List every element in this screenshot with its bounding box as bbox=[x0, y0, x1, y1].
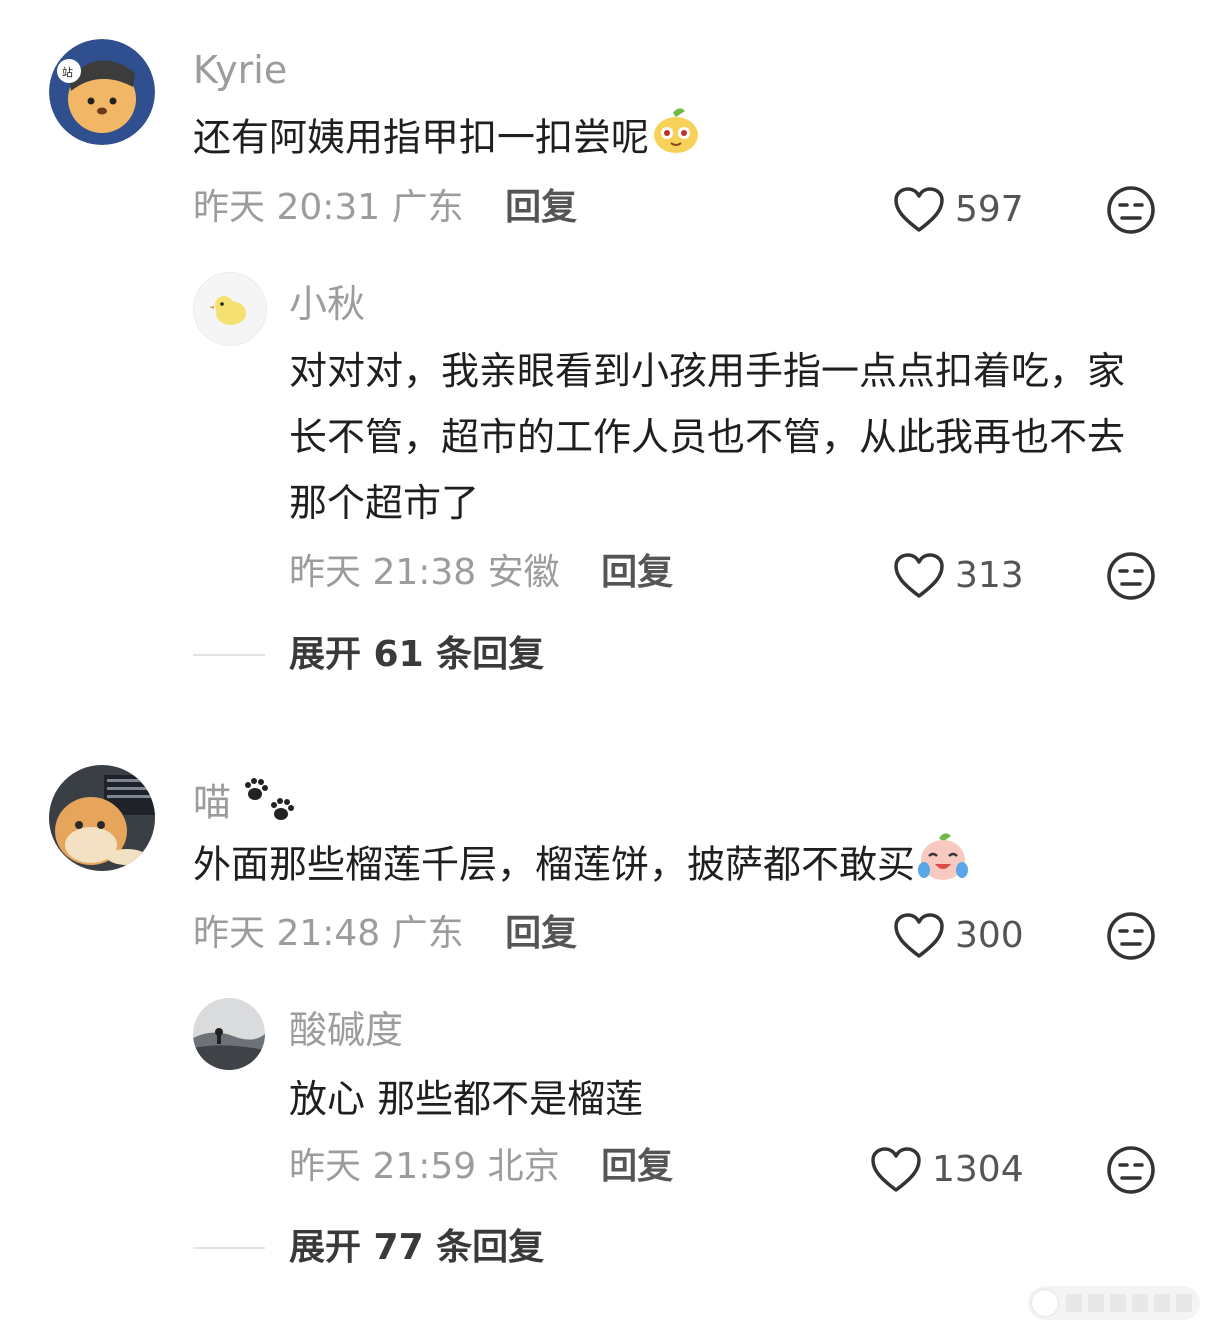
scroll-track bbox=[1066, 1294, 1192, 1312]
avatar[interactable] bbox=[49, 765, 155, 871]
like-button[interactable]: 597 bbox=[893, 185, 1024, 235]
meh-face-icon bbox=[1107, 912, 1155, 960]
like-count: 313 bbox=[955, 555, 1024, 596]
comment-meta: 昨天 21:48 广东 回复 bbox=[193, 916, 577, 952]
reply-author[interactable]: 酸碱度 bbox=[289, 1011, 403, 1049]
like-count: 300 bbox=[955, 915, 1024, 956]
reply-text: 对对对，我亲眼看到小孩用手指一点点扣着吃，家长不管，超市的工作人员也不管，从此我… bbox=[289, 349, 1126, 525]
reply-button[interactable]: 回复 bbox=[505, 913, 577, 954]
scrollbar[interactable] bbox=[1028, 1286, 1200, 1320]
dislike-button[interactable] bbox=[1106, 551, 1156, 601]
reply-meta: 昨天 21:38 安徽 回复 bbox=[289, 555, 673, 591]
expand-replies-button[interactable]: 展开 77 条回复 bbox=[193, 1230, 544, 1266]
crying-face-emoji-icon bbox=[915, 830, 971, 904]
dislike-button[interactable] bbox=[1106, 911, 1156, 961]
meh-face-icon bbox=[1107, 552, 1155, 600]
reply-button[interactable]: 回复 bbox=[601, 1146, 673, 1187]
dislike-button[interactable] bbox=[1106, 185, 1156, 235]
scroll-thumb[interactable] bbox=[1032, 1290, 1058, 1316]
comment-author[interactable]: 喵 bbox=[193, 776, 299, 834]
reply-location: 安徽 bbox=[487, 552, 560, 593]
meh-face-icon bbox=[1107, 1146, 1155, 1194]
comment-meta: 昨天 20:31 广东 回复 bbox=[193, 190, 577, 226]
meh-face-icon bbox=[1107, 186, 1155, 234]
heart-icon bbox=[894, 913, 944, 958]
expand-replies-button[interactable]: 展开 61 条回复 bbox=[193, 637, 544, 673]
comment-time: 昨天 20:31 bbox=[193, 187, 381, 228]
reply-button[interactable]: 回复 bbox=[505, 187, 577, 228]
expand-replies-label: 展开 77 条回复 bbox=[289, 1227, 545, 1268]
reply-button[interactable]: 回复 bbox=[601, 552, 673, 593]
comment-text: 外面那些榴莲千层，榴莲饼，披萨都不敢买 bbox=[193, 830, 1093, 904]
comment-text: 还有阿姨用指甲扣一扣尝呢 bbox=[193, 103, 1093, 177]
comment-location: 广东 bbox=[391, 913, 464, 954]
heart-icon bbox=[871, 1147, 921, 1192]
heart-icon bbox=[894, 553, 944, 598]
divider bbox=[193, 1247, 265, 1249]
like-button[interactable]: 1304 bbox=[870, 1145, 1024, 1195]
like-count: 597 bbox=[955, 189, 1024, 230]
avatar[interactable] bbox=[193, 998, 265, 1070]
svg-text:站: 站 bbox=[62, 65, 73, 79]
reply-time: 昨天 21:38 bbox=[289, 552, 477, 593]
like-count: 1304 bbox=[932, 1149, 1024, 1190]
like-button[interactable]: 313 bbox=[893, 551, 1024, 601]
reply-time: 昨天 21:59 bbox=[289, 1146, 477, 1187]
heart-icon bbox=[894, 187, 944, 232]
reply-location: 北京 bbox=[487, 1146, 560, 1187]
pear-face-emoji-icon bbox=[649, 103, 703, 177]
paw-prints-icon bbox=[243, 776, 299, 834]
reply-text: 放心 那些都不是榴莲 bbox=[289, 1077, 644, 1121]
reply-author[interactable]: 小秋 bbox=[289, 285, 365, 323]
expand-replies-label: 展开 61 条回复 bbox=[289, 634, 545, 675]
comment-location: 广东 bbox=[391, 187, 464, 228]
avatar[interactable] bbox=[193, 272, 267, 346]
like-button[interactable]: 300 bbox=[893, 911, 1024, 961]
comment-time: 昨天 21:48 bbox=[193, 913, 381, 954]
reply-meta: 昨天 21:59 北京 回复 bbox=[289, 1149, 673, 1185]
dislike-button[interactable] bbox=[1106, 1145, 1156, 1195]
avatar[interactable]: 站 bbox=[49, 39, 155, 145]
comment-author[interactable]: Kyrie bbox=[193, 51, 287, 89]
divider bbox=[193, 654, 265, 656]
